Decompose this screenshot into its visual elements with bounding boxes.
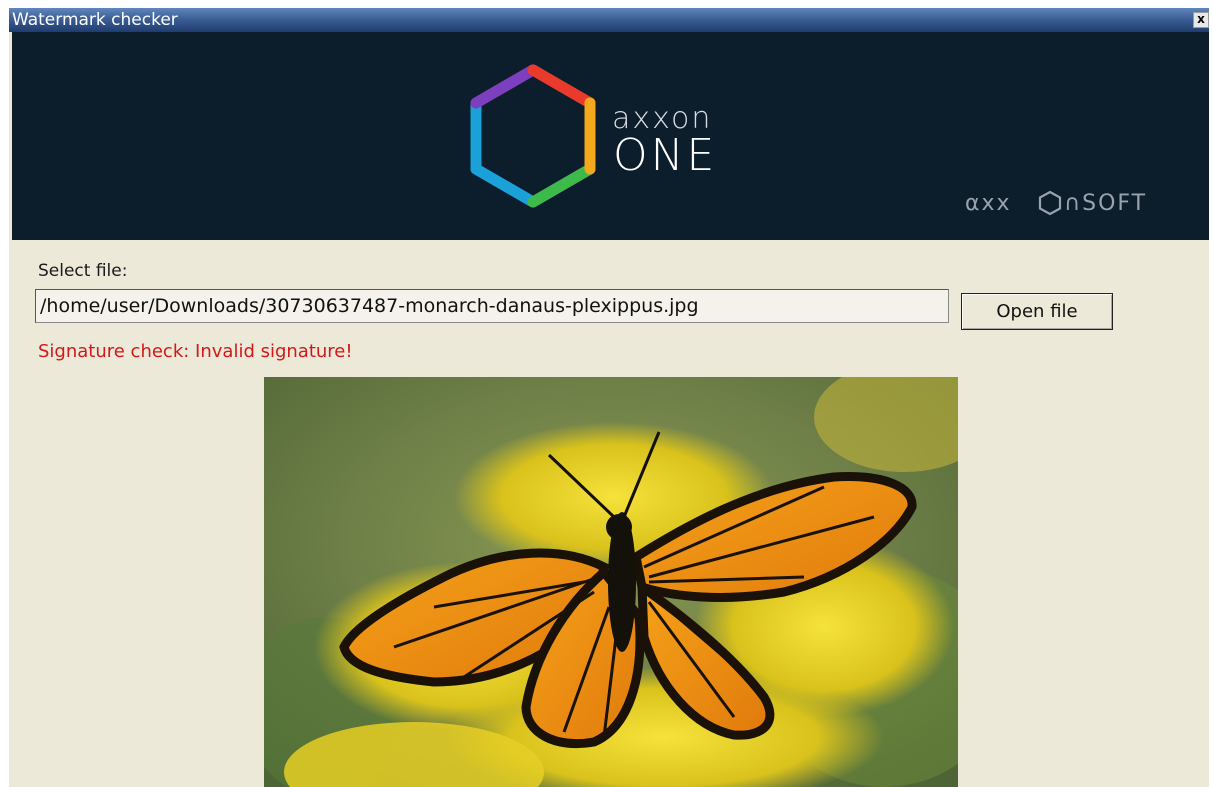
signature-status: Signature check: Invalid signature! (38, 341, 353, 362)
close-button[interactable]: x (1193, 12, 1209, 28)
brand-banner: axxon ONE αxx ∩SOFT (12, 32, 1209, 240)
company-logo-text-left: αxx (965, 191, 1012, 216)
close-icon: x (1197, 12, 1205, 26)
window-title: Watermark checker (12, 10, 178, 30)
title-bar[interactable]: Watermark checker x (9, 8, 1209, 32)
company-logo: αxx ∩SOFT (965, 190, 1147, 216)
hexagon-logo-icon (470, 64, 596, 208)
open-file-button[interactable]: Open file (961, 293, 1113, 330)
company-logo-text-right: ∩SOFT (1064, 191, 1147, 216)
product-name-line2: ONE (613, 130, 718, 181)
preview-image (264, 377, 958, 787)
watermark-checker-window: Watermark checker x axxon ONE αxx ∩SOFT … (9, 8, 1209, 787)
file-path-field[interactable]: /home/user/Downloads/30730637487-monarch… (35, 289, 949, 323)
select-file-label: Select file: (38, 261, 128, 281)
